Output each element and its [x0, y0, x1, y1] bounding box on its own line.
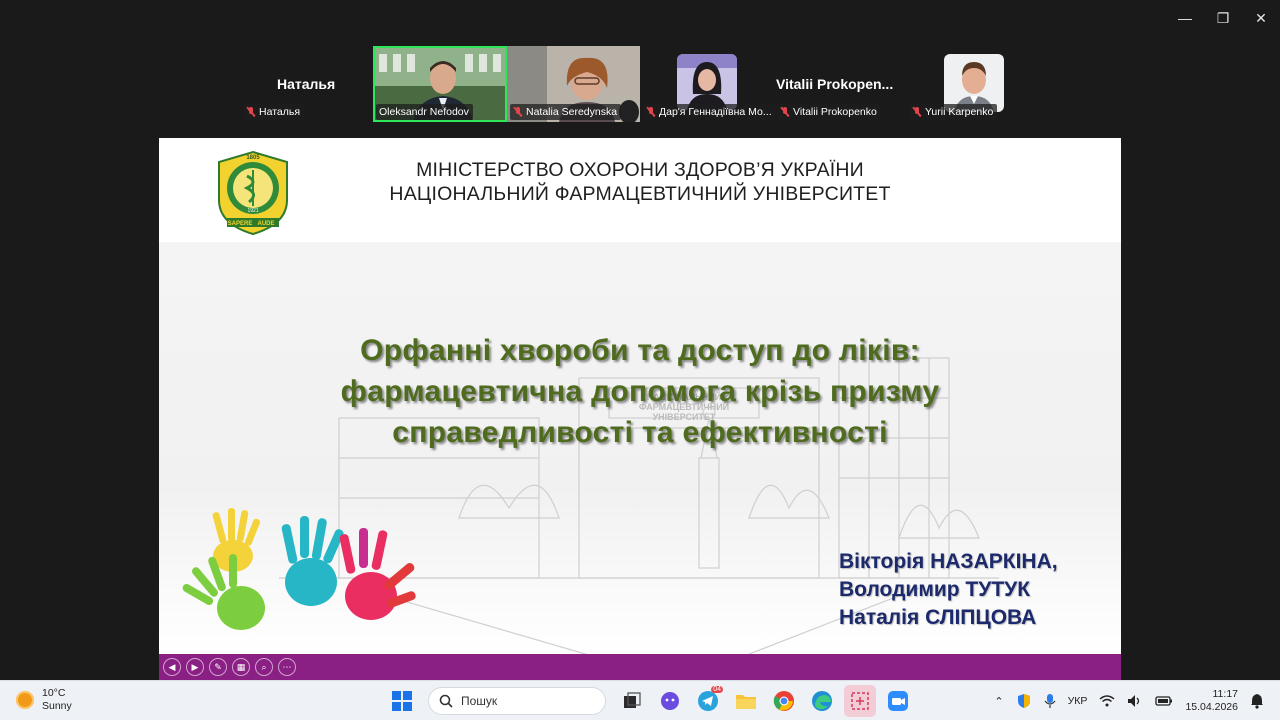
desktop: — ❐ ✕ Наталья Наталья Oleksandr Nefodov … — [0, 0, 1280, 720]
participant-name-tag: Oleksandr Nefodov — [376, 104, 473, 120]
mic-muted-icon — [780, 107, 790, 117]
slide-title: Орфанні хвороби та доступ до ліків: фарм… — [179, 330, 1101, 453]
file-explorer-icon[interactable] — [730, 685, 762, 717]
chat-icon[interactable] — [654, 685, 686, 717]
participant-tile[interactable]: Дар'я Геннадіївна Мо... — [640, 46, 776, 122]
minimize-button[interactable]: — — [1166, 0, 1204, 36]
participant-name: Yurii Karpenko — [925, 106, 994, 118]
search-icon — [439, 694, 453, 708]
notification-bell-icon[interactable] — [1250, 693, 1264, 709]
university-logo: 1805 1921 SAPERE AUDE — [218, 150, 288, 236]
colorful-hands-illustration — [182, 508, 416, 630]
close-button[interactable]: ✕ — [1242, 0, 1280, 36]
search-placeholder: Пошук — [461, 694, 498, 708]
slide-authors: Вікторія НАЗАРКІНА, Володимир ТУТУК Ната… — [839, 548, 1058, 632]
participant-video — [677, 54, 737, 110]
wifi-icon[interactable] — [1099, 694, 1115, 708]
weather-desc: Sunny — [42, 700, 72, 712]
windows-start-icon[interactable] — [386, 685, 418, 717]
microphone-icon[interactable] — [1044, 693, 1056, 709]
telegram-badge: 04 — [711, 686, 723, 693]
participant-name-tag: Natalia Seredynska — [510, 104, 622, 120]
weather-widget[interactable]: 10°C Sunny — [16, 687, 72, 713]
org-line-university: НАЦІОНАЛЬНИЙ ФАРМАЦЕВТИЧНИЙ УНІВЕРСИТЕТ — [389, 183, 891, 205]
taskbar: 10°C Sunny Пошук 04 ⌃ УКР 11:17 15.04.20… — [0, 680, 1280, 720]
edge-icon[interactable] — [806, 685, 838, 717]
battery-icon[interactable] — [1155, 695, 1173, 707]
chevron-up-icon[interactable]: ⌃ — [994, 695, 1003, 708]
svg-text:1805: 1805 — [246, 155, 260, 161]
participant-display-name: Vitalii Prokopen... — [776, 76, 894, 92]
participant-name-tag: Vitalii Prokopenko — [777, 104, 881, 120]
participant-name-tag: Наталья — [243, 104, 305, 120]
chrome-icon[interactable] — [768, 685, 800, 717]
telegram-icon[interactable]: 04 — [692, 685, 724, 717]
participants-strip: Наталья Наталья Oleksandr Nefodov Natali… — [0, 46, 1280, 122]
system-tray: ⌃ УКР 11:17 15.04.2026 — [994, 685, 1264, 717]
slideshow-toolbar: ◀ ▶ ✎ ▦ ⌕ ⋯ — [159, 654, 1121, 680]
mic-muted-icon — [912, 107, 922, 117]
mic-muted-icon — [246, 107, 256, 117]
shield-icon[interactable] — [1016, 693, 1032, 709]
volume-icon[interactable] — [1127, 694, 1143, 708]
taskbar-apps: Пошук 04 — [386, 685, 914, 717]
participant-tile[interactable]: Vitalii Prokopen... Vitalii Prokopenko — [774, 46, 908, 122]
participant-display-name: Наталья — [277, 76, 336, 92]
next-icon[interactable]: ▶ — [186, 658, 204, 676]
taskbar-search[interactable]: Пошук — [428, 687, 606, 715]
participant-name: Наталья — [259, 106, 301, 118]
title-line-1: Орфанні хвороби та доступ до ліків: — [360, 334, 920, 367]
zoom-icon[interactable]: ⌕ — [255, 658, 273, 676]
slides-icon[interactable]: ▦ — [232, 658, 250, 676]
sun-icon — [16, 691, 34, 709]
title-line-2: фармацевтична допомога крізь призму — [340, 375, 940, 408]
shared-slide: 1805 1921 SAPERE AUDE МІНІСТЕРСТВО ОХОРО… — [159, 138, 1121, 680]
participant-name: Natalia Seredynska — [526, 106, 618, 118]
participant-tile[interactable]: Yurii Karpenko — [908, 46, 1042, 122]
participant-name: Дар'я Геннадіївна Мо... — [659, 106, 772, 118]
participant-name: Oleksandr Nefodov — [379, 106, 469, 118]
zoom-app-icon[interactable] — [882, 685, 914, 717]
mic-muted-icon — [513, 107, 523, 117]
svg-text:1921: 1921 — [247, 208, 258, 214]
author-1: Вікторія НАЗАРКІНА, — [839, 550, 1058, 573]
participant-tile[interactable]: Oleksandr Nefodov — [373, 46, 507, 122]
window-controls: — ❐ ✕ — [1166, 0, 1280, 36]
restore-button[interactable]: ❐ — [1204, 0, 1242, 36]
author-3: Наталія СЛІПЦОВА — [839, 606, 1037, 629]
svg-text:AUDE: AUDE — [257, 221, 274, 227]
weather-temp: 10°C — [42, 687, 66, 699]
prev-icon[interactable]: ◀ — [163, 658, 181, 676]
task-view-icon[interactable] — [616, 685, 648, 717]
author-2: Володимир ТУТУК — [839, 578, 1031, 601]
mic-muted-icon — [646, 107, 656, 117]
participant-tile[interactable]: Natalia Seredynska — [507, 46, 640, 122]
slide-organization: МІНІСТЕРСТВО ОХОРОНИ ЗДОРОВ’Я УКРАЇНИ НА… — [319, 158, 961, 206]
clock[interactable]: 11:17 15.04.2026 — [1185, 688, 1238, 714]
language-indicator[interactable]: УКР — [1068, 695, 1088, 707]
slide-header: 1805 1921 SAPERE AUDE МІНІСТЕРСТВО ОХОРО… — [159, 138, 1121, 242]
snipping-tool-icon[interactable] — [844, 685, 876, 717]
clock-time: 11:17 — [1212, 688, 1239, 700]
clock-date: 15.04.2026 — [1185, 701, 1238, 713]
participant-name-tag: Yurii Karpenko — [909, 104, 998, 120]
participant-name-tag: Дар'я Геннадіївна Мо... — [643, 104, 776, 120]
participant-tile[interactable]: Наталья Наталья — [238, 46, 372, 122]
svg-text:SAPERE: SAPERE — [228, 221, 253, 227]
pen-icon[interactable]: ✎ — [209, 658, 227, 676]
participant-name: Vitalii Prokopenko — [793, 106, 877, 118]
org-line-ministry: МІНІСТЕРСТВО ОХОРОНИ ЗДОРОВ’Я УКРАЇНИ — [416, 159, 864, 181]
title-line-3: справедливості та ефективності — [392, 416, 888, 449]
more-icon[interactable]: ⋯ — [278, 658, 296, 676]
